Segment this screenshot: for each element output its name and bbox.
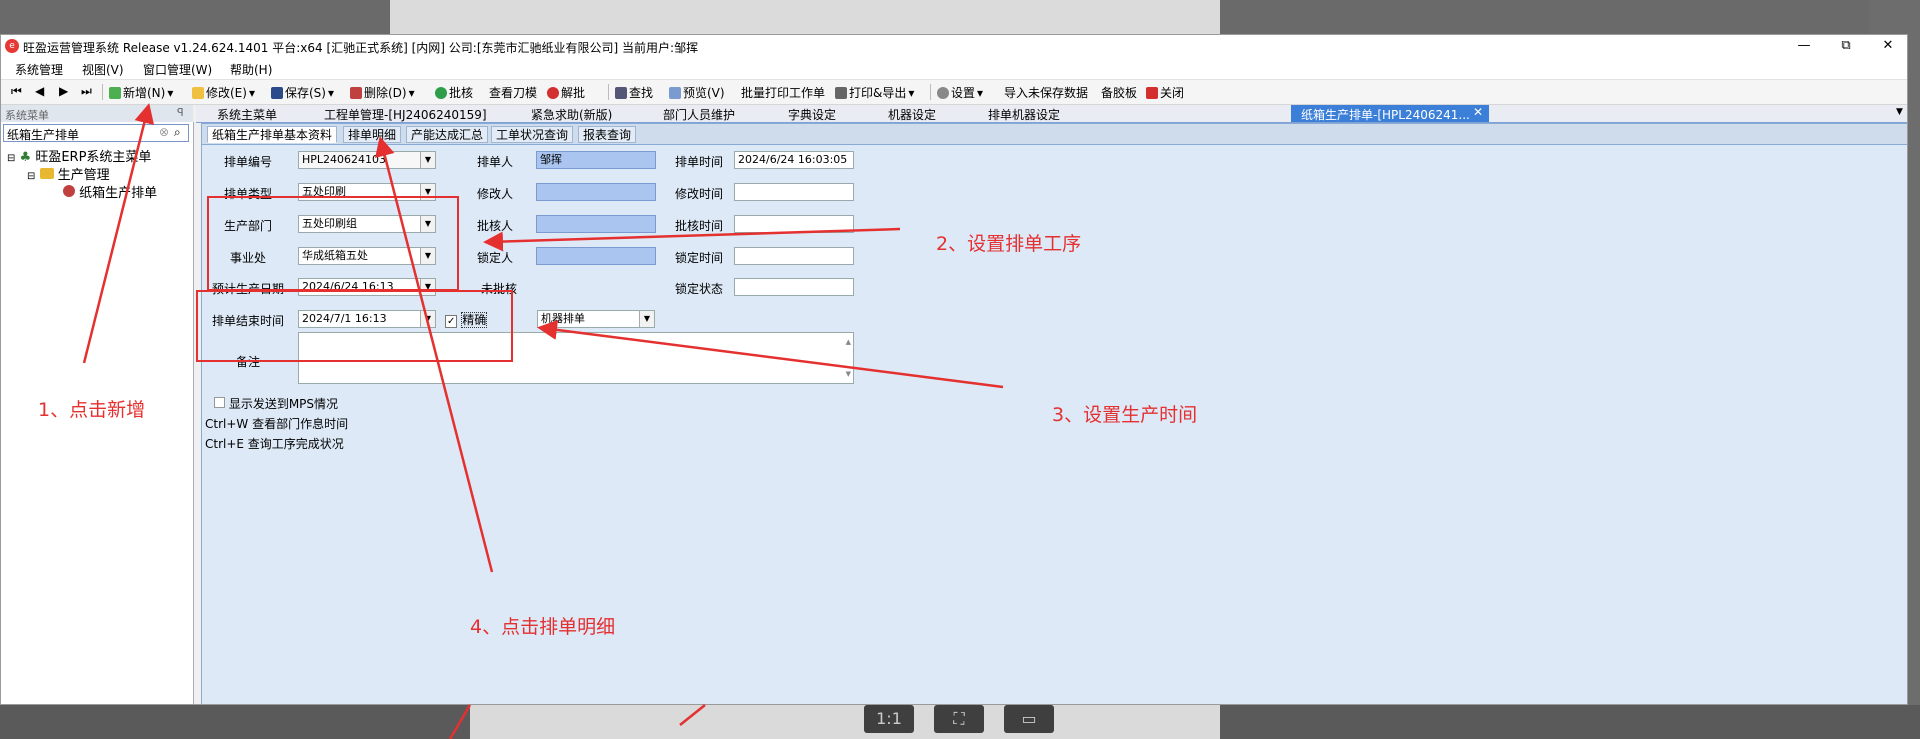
arrow-to-add: [82, 103, 155, 364]
annotation-arrows: [82, 103, 1004, 739]
arrow-to-time: [537, 319, 1004, 389]
arrow-to-process: [483, 227, 901, 252]
annotation-step3: 3、设置生产时间: [1052, 404, 1198, 426]
arrow-to-detail-tab: [375, 136, 494, 573]
annotation-step4: 4、点击排单明细: [470, 616, 616, 638]
fit-screen-icon[interactable]: ⛶: [934, 705, 984, 733]
arrow-fragment-bottom-2: [679, 704, 706, 726]
arrow-fragment-bottom: [448, 704, 472, 739]
zoom-ratio-button[interactable]: 1:1: [864, 705, 914, 733]
annotation-step1: 1、点击新增: [38, 399, 146, 421]
annotation-step2: 2、设置排单工序: [936, 233, 1082, 255]
screenshot-tool-icon[interactable]: ▭: [1004, 705, 1054, 733]
